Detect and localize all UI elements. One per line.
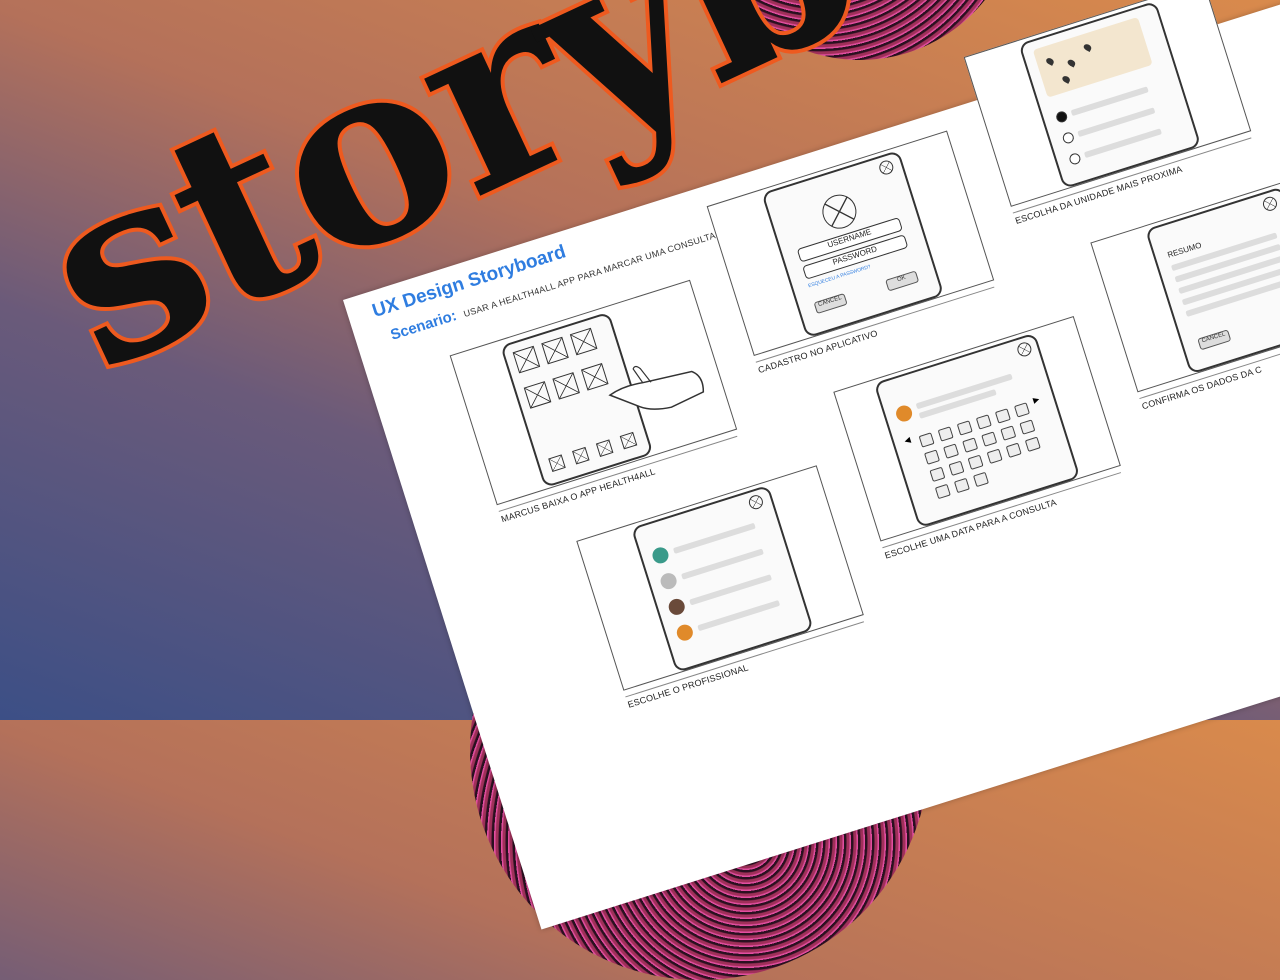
avatar [674,622,695,643]
calendar-day [967,454,984,470]
calendar-day [929,466,946,482]
panel-confirm-data: RESUMO CANCEL CONFIRMA OS DADOS DA C [1090,166,1280,411]
placeholder-image-icon [552,372,580,400]
close-icon [747,493,765,511]
calendar-day [975,414,992,430]
calendar-day [953,477,970,494]
placeholder-image-icon [512,345,541,374]
phone-sketch: RESUMO CANCEL [1144,186,1280,375]
calendar-day [943,443,960,459]
avatar [894,403,915,424]
close-icon [1261,195,1279,213]
panel-choose-date: ◀ ▶ ESCOLHE UMA DATA PARA A CONSULTA [833,316,1125,561]
list-line [672,522,756,555]
placeholder-image-icon [595,439,614,457]
placeholder-image-icon [569,327,598,356]
list-line [689,574,773,606]
calendar-day [1013,402,1030,418]
calendar-day [972,471,989,488]
placeholder-image-icon [523,381,552,409]
avatar [658,571,679,592]
cancel-button: CANCEL [813,292,848,315]
list-line [681,548,764,580]
calendar-day [1019,419,1036,435]
calendar-day [1000,425,1017,441]
calendar-day [962,437,979,453]
location-pin-icon [1082,42,1093,52]
location-pin-icon [1045,56,1055,66]
placeholder-image-icon [619,431,638,450]
calendar-day [1005,442,1022,458]
calendar-day [956,420,973,436]
panel-frame [449,279,738,506]
close-icon [1015,340,1034,359]
panel-frame: USERNAME PASSWORD ESQUECEU A PASSWORD? C… [706,130,995,357]
panel-download-app: MARCUS BAIXA O APP HEALTH4ALL [449,279,742,524]
calendar-day [934,483,951,500]
placeholder-image-icon [572,446,590,465]
map-area [1032,16,1153,98]
calendar-day [994,408,1011,424]
prev-month-icon: ◀ [903,435,912,446]
location-pin-icon [1066,58,1077,68]
list-line [697,599,781,632]
panel-register: USERNAME PASSWORD ESQUECEU A PASSWORD? C… [706,130,999,375]
panel-frame [963,0,1252,207]
close-icon [877,158,896,177]
cancel-button: CANCEL [1197,329,1232,351]
list-line [1083,128,1163,159]
calendar-day [986,448,1003,464]
calendar-day [948,460,965,476]
profile-placeholder-icon [818,190,861,233]
calendar-day [918,432,935,448]
calendar-day [981,431,998,447]
panel-nearest-unit: ESCOLHA DA UNIDADE MAIS PROXIMA [963,0,1256,226]
calendar-day [937,426,954,442]
panel-frame [576,465,864,691]
calendar-day [924,449,941,465]
panel-frame: ◀ ▶ [833,316,1121,542]
next-month-icon: ▶ [1031,394,1041,405]
placeholder-image-icon [541,336,569,365]
avatar [666,596,687,617]
placeholder-image-icon [548,454,566,472]
radio-option [1068,151,1082,166]
radio-selected [1054,110,1069,124]
ok-button: OK [885,270,920,292]
panel-choose-professional: ESCOLHE O PROFISSIONAL [576,465,868,710]
avatar [650,545,671,566]
panel-frame: RESUMO CANCEL [1090,166,1280,393]
calendar-day [1024,436,1041,452]
radio-option [1061,130,1076,145]
location-pin-icon [1061,74,1072,84]
